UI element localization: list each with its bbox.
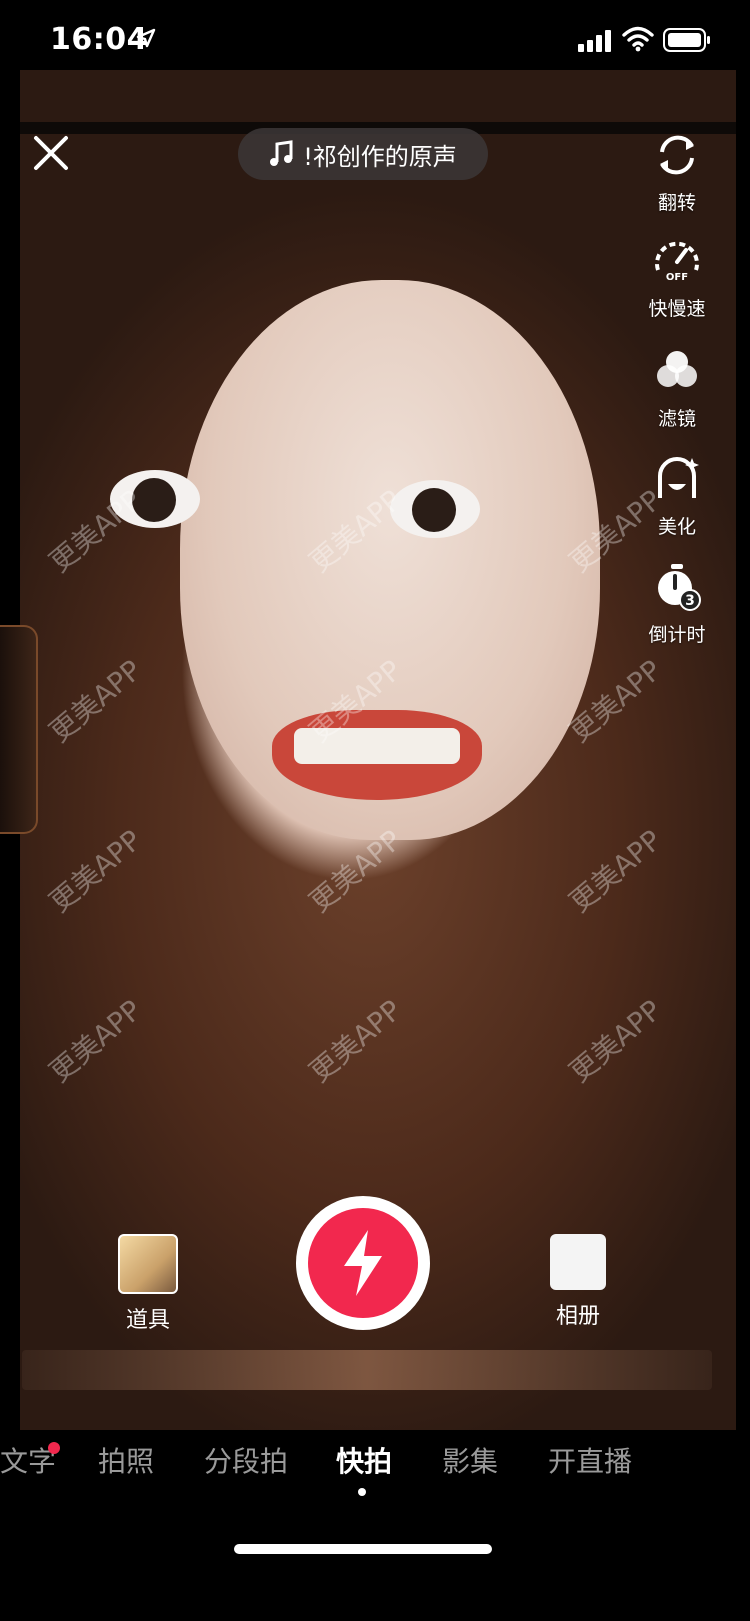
active-tab-indicator	[358, 1488, 366, 1496]
select-music-button[interactable]: !祁创作的原声	[238, 128, 488, 180]
flip-camera-button[interactable]: 翻转	[640, 130, 714, 215]
music-title: !祁创作的原声	[303, 142, 457, 171]
music-note-icon	[270, 140, 293, 166]
battery-icon	[663, 28, 710, 52]
home-indicator[interactable]	[234, 1544, 492, 1554]
mode-tabs: 文字 拍照 分段拍 快拍 影集 开直播	[0, 1440, 750, 1490]
new-badge-dot	[48, 1442, 60, 1454]
timer-button[interactable]: 3 倒计时	[640, 562, 714, 647]
tab-quick-shot[interactable]: 快拍	[336, 1440, 392, 1480]
tab-segment[interactable]: 分段拍	[204, 1440, 288, 1480]
beauty-icon	[658, 457, 699, 498]
watermark: 更美APP	[43, 823, 148, 919]
beauty-button[interactable]: 美化	[640, 454, 714, 539]
timer-seconds-text: 3	[685, 593, 695, 609]
cellular-signal-icon	[578, 30, 611, 52]
props-thumbnail	[118, 1234, 178, 1294]
flip-camera-icon	[660, 135, 694, 175]
subject-face	[110, 280, 600, 840]
album-label: 相册	[555, 1304, 600, 1329]
beauty-label: 美化	[657, 516, 696, 538]
record-button[interactable]	[296, 1196, 430, 1330]
status-bar: 16:04	[0, 0, 750, 80]
wifi-icon	[622, 26, 654, 52]
speed-label: 快慢速	[648, 298, 706, 320]
watermark: 更美APP	[563, 823, 668, 919]
speed-off-text: OFF	[666, 272, 688, 283]
album-thumbnail	[550, 1234, 606, 1290]
flip-camera-label: 翻转	[657, 192, 696, 214]
status-time: 16:04	[50, 22, 148, 57]
speed-icon: OFF	[655, 241, 699, 283]
location-arrow-icon	[136, 28, 156, 48]
close-icon[interactable]	[30, 132, 72, 174]
tab-live[interactable]: 开直播	[548, 1440, 632, 1480]
props-label: 道具	[125, 1308, 170, 1333]
tab-album-video[interactable]: 影集	[442, 1440, 498, 1480]
speed-button[interactable]: OFF 快慢速	[640, 236, 714, 321]
watermark: 更美APP	[43, 993, 148, 1089]
filter-button[interactable]: 滤镜	[640, 346, 714, 431]
watermark: 更美APP	[303, 993, 408, 1089]
watermark: 更美APP	[43, 483, 148, 579]
timer-icon: 3	[658, 564, 701, 611]
frame-border-bottom	[22, 1350, 712, 1390]
props-button[interactable]: 道具	[118, 1234, 178, 1334]
side-panel-handle[interactable]	[0, 625, 38, 834]
watermark: 更美APP	[563, 993, 668, 1089]
watermark: 更美APP	[43, 653, 148, 749]
filter-label: 滤镜	[657, 408, 696, 430]
timer-label: 倒计时	[648, 624, 706, 646]
lightning-icon	[344, 1230, 382, 1296]
filter-icon	[657, 351, 697, 387]
album-button[interactable]: 相册	[548, 1234, 608, 1330]
tab-photo[interactable]: 拍照	[98, 1440, 154, 1480]
